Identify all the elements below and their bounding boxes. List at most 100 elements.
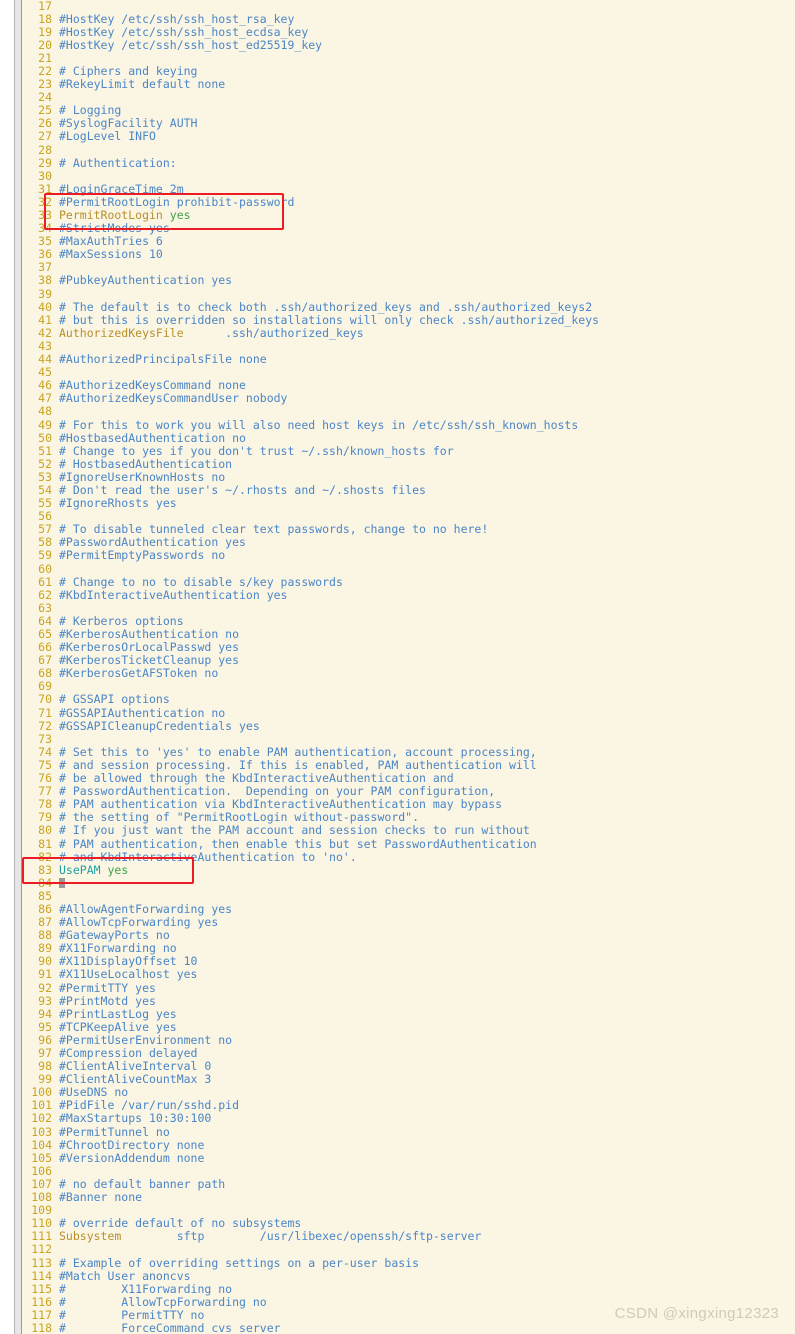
code-token: #ChrootDirectory none (59, 1137, 205, 1152)
line-content[interactable]: # ForceCommand cvs server (52, 1321, 281, 1334)
line-content[interactable]: #RekeyLimit default none (52, 78, 225, 91)
code-token: #PubkeyAuthentication yes (59, 273, 233, 288)
line-content[interactable]: #AuthorizedPrincipalsFile none (52, 352, 267, 366)
code-token: # Authentication: (59, 155, 177, 170)
code-token: # Change to yes if you don't trust ~/.ss… (59, 443, 454, 458)
line-number: 48 (38, 404, 52, 419)
line-content[interactable]: # Authentication: (52, 155, 177, 170)
code-line[interactable]: 72 #GSSAPICleanupCredentials yes (22, 719, 795, 733)
code-line[interactable]: 108 #Banner none (22, 1190, 795, 1205)
code-line[interactable]: 20 #HostKey /etc/ssh/ssh_host_ed25519_key (22, 37, 795, 52)
code-lines: 17 18 #HostKey /etc/ssh/ssh_host_rsa_key 19… (22, 0, 795, 1334)
code-token: # be allowed through the KbdInteractiveA… (59, 771, 454, 786)
line-number: 70 (38, 692, 52, 707)
code-token: #IgnoreUserKnownHosts no (59, 469, 226, 484)
code-line[interactable]: 23 #RekeyLimit default none (22, 77, 795, 91)
code-line[interactable]: 84 (22, 875, 795, 890)
code-line[interactable]: 55 #IgnoreRhosts yes (22, 496, 795, 510)
code-line[interactable]: 118 # ForceCommand cvs server (22, 1321, 795, 1334)
line-content[interactable]: #KerberosGetAFSToken no (52, 667, 218, 680)
line-content[interactable]: #IgnoreRhosts yes (52, 497, 177, 510)
code-token: # The default is to check both .ssh/auth… (59, 299, 593, 314)
code-token: #Compression delayed (59, 1046, 198, 1060)
code-token: #MaxAuthTries 6 (59, 234, 163, 249)
code-token: .ssh/authorized_keys (183, 325, 364, 340)
line-number: 50 (38, 430, 52, 445)
code-token: sftp /usr/libexec/openssh/sftp-server (121, 1229, 482, 1244)
code-line[interactable]: 111 Subsystem sftp /usr/libexec/openssh/s… (22, 1230, 795, 1243)
line-number: 93 (38, 993, 52, 1008)
line-number: 18 (38, 11, 52, 26)
line-content[interactable]: UsePAM yes (52, 862, 129, 877)
code-line[interactable]: 83 UsePAM yes (22, 862, 795, 877)
window-left-margin (0, 0, 14, 1334)
line-content[interactable]: #KbdInteractiveAuthentication yes (52, 588, 287, 602)
line-number: 39 (38, 286, 52, 301)
code-token: #MaxSessions 10 (59, 247, 163, 262)
line-content[interactable]: AuthorizedKeysFile .ssh/authorized_keys (52, 325, 364, 340)
code-token: # the setting of "PermitRootLogin withou… (59, 810, 420, 825)
code-token: # X11Forwarding no (59, 1281, 233, 1296)
code-token: #Banner none (59, 1190, 143, 1205)
code-token: #HostKey /etc/ssh/ssh_host_ecdsa_key (59, 24, 309, 39)
line-number: 84 (38, 875, 52, 890)
code-line[interactable]: 59 #PermitEmptyPasswords no (22, 549, 795, 562)
line-content[interactable]: #PermitEmptyPasswords no (52, 549, 225, 562)
line-content[interactable]: #AuthorizedKeysCommandUser nobody (52, 392, 287, 405)
code-token: # HostbasedAuthentication (59, 456, 233, 471)
code-token: #X11DisplayOffset 10 (59, 954, 198, 969)
code-token: #PermitRootLogin prohibit-password (59, 194, 295, 209)
code-line[interactable]: 47 #AuthorizedKeysCommandUser nobody (22, 392, 795, 405)
line-number: 71 (38, 705, 52, 720)
watermark-text: CSDN @xingxing12323 (614, 1305, 779, 1322)
code-line[interactable]: 27 #LogLevel INFO (22, 130, 795, 143)
line-number: 83 (38, 862, 52, 877)
code-token: #KerberosTicketCleanup yes (59, 653, 240, 668)
code-line[interactable]: 105 #VersionAddendum none (22, 1151, 795, 1165)
line-content[interactable] (52, 877, 65, 890)
line-number: 81 (38, 836, 52, 851)
code-token: yes (107, 862, 129, 877)
line-content[interactable]: #VersionAddendum none (52, 1151, 204, 1165)
line-number: 53 (38, 469, 52, 484)
code-line[interactable]: 62 #KbdInteractiveAuthentication yes (22, 588, 795, 602)
code-line[interactable]: 36 #MaxSessions 10 (22, 248, 795, 261)
code-line[interactable]: 44 #AuthorizedPrincipalsFile none (22, 352, 795, 366)
line-number: 114 (31, 1268, 52, 1283)
line-number: 74 (38, 744, 52, 759)
code-surface[interactable]: 17 18 #HostKey /etc/ssh/ssh_host_rsa_key 19… (22, 0, 795, 1334)
code-token: # Ciphers and keying (59, 63, 198, 78)
code-token: # no default banner path (59, 1176, 226, 1191)
code-line[interactable]: 82 # and KbdInteractiveAuthentication to … (22, 849, 795, 864)
code-token: # but this is overridden so installation… (59, 312, 600, 327)
code-line[interactable]: 42 AuthorizedKeysFile .ssh/authorized_key… (22, 325, 795, 340)
line-content[interactable]: #PubkeyAuthentication yes (52, 274, 232, 287)
code-token: #StrictModes yes (59, 221, 170, 236)
line-content[interactable]: #MaxSessions 10 (52, 248, 163, 261)
code-token: # and KbdInteractiveAuthentication to 'n… (59, 849, 357, 864)
code-line[interactable]: 68 #KerberosGetAFSToken no (22, 667, 795, 680)
code-token: #ClientAliveCountMax 3 (59, 1072, 212, 1087)
line-content[interactable]: #HostKey /etc/ssh/ssh_host_ed25519_key (52, 37, 323, 52)
text-editor-window[interactable]: 17 18 #HostKey /etc/ssh/ssh_host_rsa_key 19… (0, 0, 795, 1334)
fold-margin-rail[interactable] (14, 0, 22, 1334)
code-line[interactable]: 24 (22, 91, 795, 104)
code-token: #HostKey /etc/ssh/ssh_host_ed25519_key (59, 37, 323, 52)
line-content[interactable]: #LogLevel INFO (52, 130, 156, 143)
code-token: #MaxStartups 10:30:100 (59, 1111, 212, 1126)
line-content[interactable]: Subsystem sftp /usr/libexec/openssh/sftp… (52, 1230, 481, 1243)
line-number: 82 (38, 849, 52, 864)
code-token: # override default of no subsystems (59, 1216, 302, 1231)
line-number: 115 (31, 1281, 52, 1296)
code-line[interactable]: 99 #ClientAliveCountMax 3 (22, 1073, 795, 1086)
code-line[interactable]: 38 #PubkeyAuthentication yes (22, 274, 795, 287)
line-content[interactable]: #Banner none (52, 1190, 143, 1205)
line-content[interactable]: #GSSAPICleanupCredentials yes (52, 719, 260, 733)
code-line[interactable]: 29 # Authentication: (22, 155, 795, 170)
code-token: #RekeyLimit default none (59, 77, 226, 92)
code-token: #HostbasedAuthentication no (59, 430, 246, 445)
line-number: 30 (38, 168, 52, 183)
line-number: 41 (38, 312, 52, 327)
line-number: 103 (31, 1124, 52, 1139)
line-number: 102 (31, 1111, 52, 1126)
